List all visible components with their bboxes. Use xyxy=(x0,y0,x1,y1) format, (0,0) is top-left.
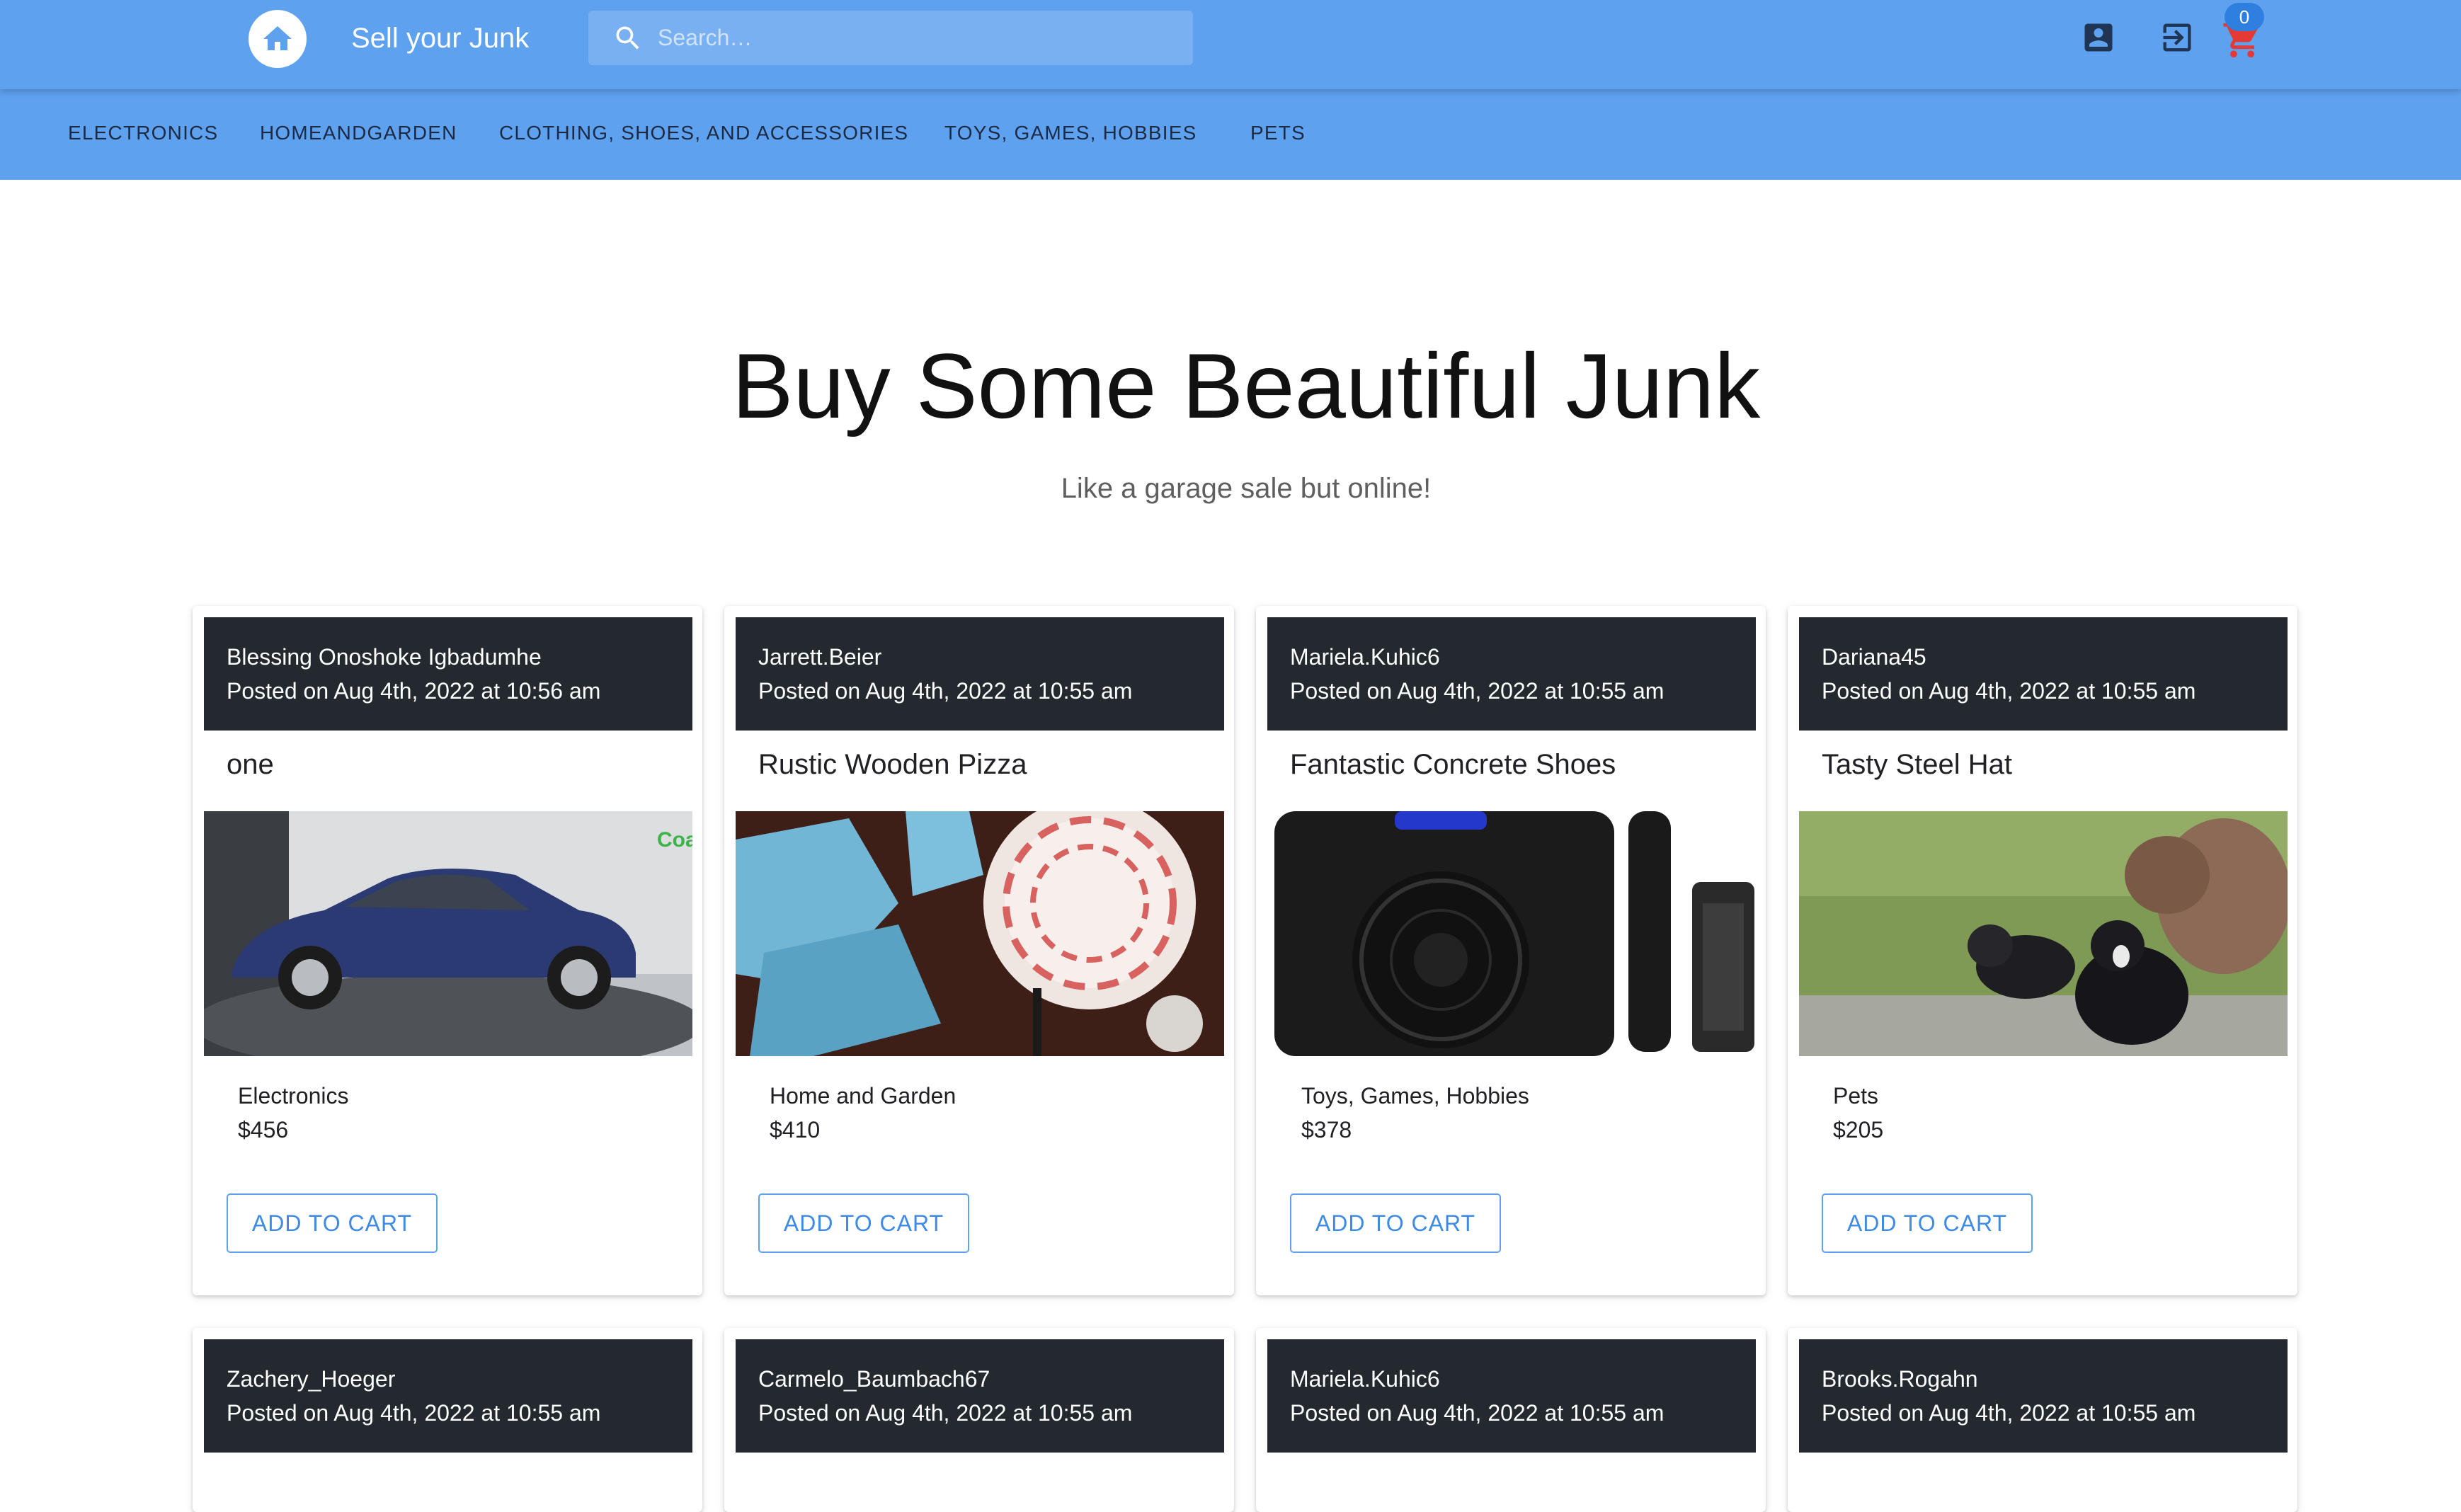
card-image xyxy=(1799,811,2288,1056)
listing-card: Zachery_Hoeger Posted on Aug 4th, 2022 a… xyxy=(193,1328,702,1512)
search-icon xyxy=(616,26,639,50)
listing-card: Dariana45 Posted on Aug 4th, 2022 at 10:… xyxy=(1788,606,2297,1295)
add-to-cart-button[interactable]: ADD TO CART xyxy=(1290,1193,1501,1253)
listing-card: Brooks.Rogahn Posted on Aug 4th, 2022 at… xyxy=(1788,1328,2297,1512)
search-bar[interactable] xyxy=(588,11,1193,65)
card-title: Fantastic Concrete Shoes xyxy=(1290,749,1616,780)
add-to-cart-button[interactable]: ADD TO CART xyxy=(758,1193,969,1253)
card-title: Tasty Steel Hat xyxy=(1822,749,2013,780)
listing-card: Blessing Onoshoke Igbadumhe Posted on Au… xyxy=(193,606,702,1295)
card-author: Jarrett.Beier xyxy=(758,644,882,670)
card-title: one xyxy=(227,749,274,780)
hero-title: Buy Some Beautiful Junk xyxy=(731,334,1761,437)
card-posted-date: Posted on Aug 4th, 2022 at 10:55 am xyxy=(1822,678,2196,704)
card-header: Zachery_Hoeger Posted on Aug 4th, 2022 a… xyxy=(204,1339,692,1453)
card-price: $205 xyxy=(1833,1117,1884,1142)
hero-subtitle: Like a garage sale but online! xyxy=(1061,473,1432,504)
app-bar: Sell your Junk 0 xyxy=(0,0,2461,89)
card-author: Dariana45 xyxy=(1822,644,1926,670)
card-author: Brooks.Rogahn xyxy=(1822,1366,1978,1392)
cart-count-badge: 0 xyxy=(2225,3,2264,31)
home-button[interactable] xyxy=(249,10,307,68)
card-posted-date: Posted on Aug 4th, 2022 at 10:55 am xyxy=(1290,678,1665,704)
profile-button[interactable] xyxy=(2080,19,2117,56)
card-posted-date: Posted on Aug 4th, 2022 at 10:55 am xyxy=(1822,1400,2196,1426)
card-header: Dariana45 Posted on Aug 4th, 2022 at 10:… xyxy=(1799,617,2288,731)
card-header: Brooks.Rogahn Posted on Aug 4th, 2022 at… xyxy=(1799,1339,2288,1453)
card-header: Jarrett.Beier Posted on Aug 4th, 2022 at… xyxy=(736,617,1224,731)
card-category: Pets xyxy=(1833,1083,1879,1109)
logout-button[interactable] xyxy=(2159,19,2196,56)
card-posted-date: Posted on Aug 4th, 2022 at 10:55 am xyxy=(758,678,1133,704)
card-price: $456 xyxy=(238,1117,289,1142)
card-author: Carmelo_Baumbach67 xyxy=(758,1366,990,1392)
logout-icon xyxy=(2163,23,2191,52)
card-title: Rustic Wooden Pizza xyxy=(758,749,1027,780)
card-posted-date: Posted on Aug 4th, 2022 at 10:55 am xyxy=(758,1400,1133,1426)
home-icon xyxy=(263,26,292,50)
tab-pets[interactable]: PETS xyxy=(1250,122,1306,144)
svg-text:Coas: Coas xyxy=(657,828,692,852)
account-box-icon xyxy=(2084,23,2113,52)
card-header: Mariela.Kuhic6 Posted on Aug 4th, 2022 a… xyxy=(1267,1339,1756,1453)
card-image xyxy=(1267,811,1756,1056)
card-author: Zachery_Hoeger xyxy=(227,1366,396,1392)
search-input[interactable] xyxy=(656,24,1155,52)
card-posted-date: Posted on Aug 4th, 2022 at 10:56 am xyxy=(227,678,601,704)
tab-electronics[interactable]: ELECTRONICS xyxy=(68,122,218,144)
app-title[interactable]: Sell your Junk xyxy=(351,20,529,57)
mugs-bowl-image xyxy=(736,811,1224,1056)
tab-toys-games[interactable]: TOYS, GAMES, HOBBIES xyxy=(944,122,1197,144)
card-posted-date: Posted on Aug 4th, 2022 at 10:55 am xyxy=(227,1400,601,1426)
card-image: Coas xyxy=(204,811,692,1056)
card-header: Carmelo_Baumbach67 Posted on Aug 4th, 20… xyxy=(736,1339,1224,1453)
add-to-cart-button[interactable]: ADD TO CART xyxy=(1822,1193,2033,1253)
puppies-image xyxy=(1799,811,2288,1056)
card-price: $410 xyxy=(770,1117,821,1142)
card-price: $378 xyxy=(1301,1117,1352,1142)
card-author: Mariela.Kuhic6 xyxy=(1290,644,1440,670)
category-tabs: ELECTRONICS HOMEANDGARDEN CLOTHING, SHOE… xyxy=(0,89,2461,180)
card-category: Home and Garden xyxy=(770,1083,957,1109)
listing-card: Jarrett.Beier Posted on Aug 4th, 2022 at… xyxy=(724,606,1234,1295)
card-posted-date: Posted on Aug 4th, 2022 at 10:55 am xyxy=(1290,1400,1665,1426)
card-author: Mariela.Kuhic6 xyxy=(1290,1366,1440,1392)
listing-card: Mariela.Kuhic6 Posted on Aug 4th, 2022 a… xyxy=(1256,1328,1766,1512)
card-author: Blessing Onoshoke Igbadumhe xyxy=(227,644,542,670)
add-to-cart-button[interactable]: ADD TO CART xyxy=(227,1193,438,1253)
listing-card: Carmelo_Baumbach67 Posted on Aug 4th, 20… xyxy=(724,1328,1234,1512)
listing-card: Mariela.Kuhic6 Posted on Aug 4th, 2022 a… xyxy=(1256,606,1766,1295)
car-image: Coas xyxy=(204,811,692,1056)
card-header: Mariela.Kuhic6 Posted on Aug 4th, 2022 a… xyxy=(1267,617,1756,731)
card-header: Blessing Onoshoke Igbadumhe Posted on Au… xyxy=(204,617,692,731)
card-category: Toys, Games, Hobbies xyxy=(1301,1083,1529,1109)
card-image xyxy=(736,811,1224,1056)
card-category: Electronics xyxy=(238,1083,349,1109)
tab-clothing[interactable]: CLOTHING, SHOES, AND ACCESSORIES xyxy=(499,122,908,144)
tab-homeandgarden[interactable]: HOMEANDGARDEN xyxy=(260,122,457,144)
speaker-image xyxy=(1267,811,1756,1056)
